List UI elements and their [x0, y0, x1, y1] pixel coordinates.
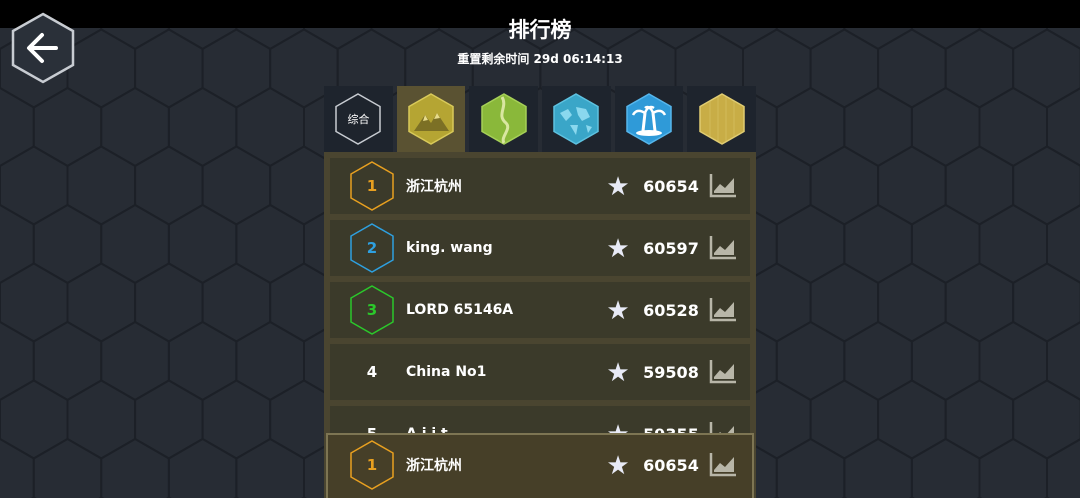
player-score: 60654 — [643, 176, 699, 196]
category-tabs: 综合 — [324, 86, 757, 152]
stats-chart-button[interactable] — [708, 233, 742, 263]
player-name: China No1 — [406, 364, 487, 380]
rank-number: 2 — [366, 239, 378, 257]
leaderboard-row[interactable]: 4 China No1 ★ 59508 — [330, 344, 750, 400]
chart-trend-icon — [709, 360, 736, 384]
chart-trend-icon — [709, 453, 736, 477]
star-icon: ★ — [606, 170, 630, 201]
rank-badge: 3 — [330, 282, 406, 338]
stats-chart-button[interactable] — [708, 450, 742, 480]
page-title: 排行榜 — [508, 18, 572, 42]
tab-mountain[interactable] — [396, 86, 466, 152]
reset-timer: 重置剩余时间 29d 06:14:13 — [457, 52, 623, 66]
player-name: 浙江杭州 — [406, 458, 462, 474]
leaderboard-row[interactable]: 1 浙江杭州 ★ 60654 — [330, 437, 750, 493]
star-icon: ★ — [606, 356, 630, 387]
player-name: 浙江杭州 — [406, 179, 462, 195]
tab-grassland[interactable] — [469, 86, 539, 152]
player-score: 60528 — [643, 300, 699, 320]
tab-overall-label: 综合 — [347, 113, 370, 126]
chart-trend-icon — [709, 174, 736, 198]
leaderboard-row[interactable]: 2 king. wang ★ 60597 — [330, 220, 750, 276]
rank-number: 4 — [366, 363, 378, 381]
rank-badge: 1 — [330, 158, 406, 214]
leaderboard-row[interactable]: 3 LORD 65146A ★ 60528 — [330, 282, 750, 338]
chart-trend-icon — [709, 236, 736, 260]
rank-number: 1 — [366, 177, 378, 195]
stats-chart-button[interactable] — [708, 295, 742, 325]
star-icon: ★ — [606, 294, 630, 325]
player-score: 59508 — [643, 362, 699, 382]
player-self-entry: 1 浙江杭州 ★ 60654 — [326, 433, 754, 498]
tab-world[interactable] — [542, 86, 611, 152]
mountain-hex-icon — [408, 93, 454, 145]
player-name: king. wang — [406, 240, 493, 256]
world-map-hex-icon — [553, 93, 600, 145]
stats-chart-button[interactable] — [708, 171, 742, 201]
palm-island-hex-icon — [626, 93, 672, 145]
chart-trend-icon — [709, 298, 736, 322]
grassland-hex-icon — [480, 93, 527, 145]
rank-badge: 4 — [330, 344, 406, 400]
star-icon: ★ — [606, 449, 630, 480]
player-score: 60597 — [643, 238, 699, 258]
rank-number: 3 — [366, 301, 378, 319]
rank-badge: 1 — [330, 437, 406, 493]
tab-overall[interactable]: 综合 — [324, 86, 393, 152]
player-score: 60654 — [643, 455, 699, 475]
player-name: LORD 65146A — [406, 302, 514, 318]
gold-hex-icon — [698, 93, 745, 145]
tab-island[interactable] — [614, 86, 684, 152]
stats-chart-button[interactable] — [708, 357, 742, 387]
star-icon: ★ — [606, 232, 630, 263]
tab-gold[interactable] — [687, 86, 757, 152]
rank-number: 1 — [366, 456, 378, 474]
leaderboard-row[interactable]: 1 浙江杭州 ★ 60654 — [330, 158, 750, 214]
rank-badge: 2 — [330, 220, 406, 276]
